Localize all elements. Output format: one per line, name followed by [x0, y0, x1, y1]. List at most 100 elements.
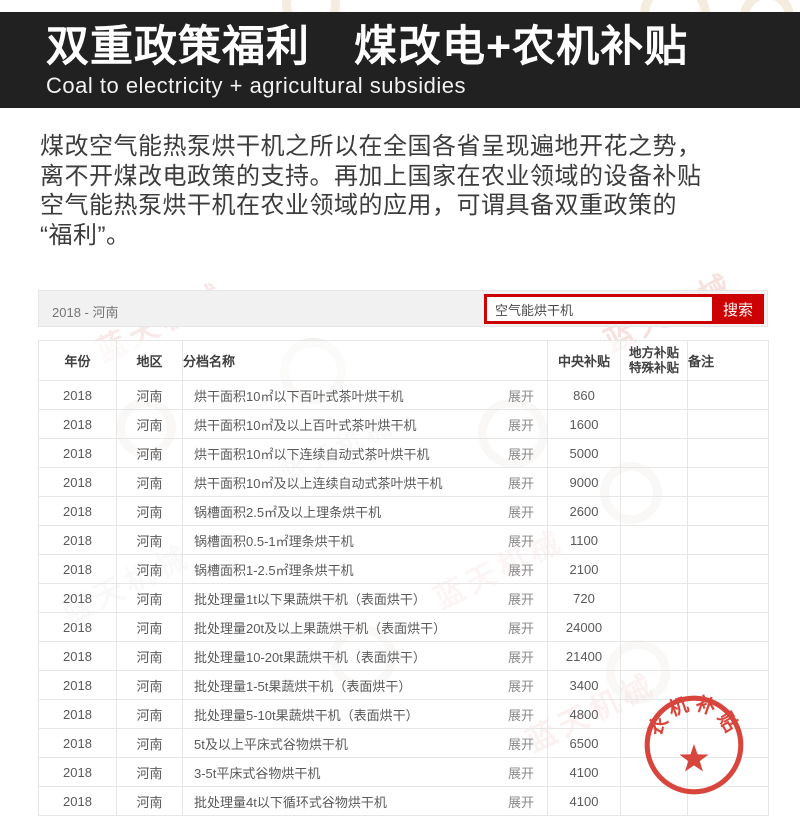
- cell-region: 河南: [117, 642, 183, 671]
- page-subtitle: Coal to electricity + agricultural subsi…: [46, 73, 800, 99]
- expand-link[interactable]: 展开: [508, 589, 534, 608]
- expand-link[interactable]: 展开: [508, 676, 534, 695]
- cell-central-subsidy: 4100: [548, 787, 621, 816]
- cell-year: 2018: [39, 526, 117, 555]
- table-row: 2018 河南 锅槽面积0.5-1㎡理条烘干机 展开 1100: [39, 526, 769, 555]
- search-group: 搜索: [484, 294, 764, 324]
- cell-central-subsidy: 2600: [548, 497, 621, 526]
- expand-link[interactable]: 展开: [508, 705, 534, 724]
- expand-link[interactable]: 展开: [508, 502, 534, 521]
- cell-region: 河南: [117, 613, 183, 642]
- cell-local-subsidy: [621, 439, 688, 468]
- table-row: 2018 河南 烘干面积10㎡及以上百叶式茶叶烘干机 展开 1600: [39, 410, 769, 439]
- cell-central-subsidy: 4800: [548, 700, 621, 729]
- category-name: 批处理量5-10t果蔬烘干机（表面烘干）: [194, 705, 419, 724]
- cell-note: [688, 555, 769, 584]
- category-name: 5t及以上平床式谷物烘干机: [194, 734, 348, 753]
- cell-name: 锅槽面积2.5㎡及以上理条烘干机 展开: [183, 497, 548, 526]
- cell-year: 2018: [39, 497, 117, 526]
- cell-name: 锅槽面积0.5-1㎡理条烘干机 展开: [183, 526, 548, 555]
- cell-year: 2018: [39, 468, 117, 497]
- cell-note: [688, 642, 769, 671]
- table-row: 2018 河南 烘干面积10㎡以下连续自动式茶叶烘干机 展开 5000: [39, 439, 769, 468]
- cell-central-subsidy: 720: [548, 584, 621, 613]
- cell-local-subsidy: [621, 526, 688, 555]
- table-row: 2018 河南 批处理量1t以下果蔬烘干机（表面烘干） 展开 720: [39, 584, 769, 613]
- cell-local-subsidy: [621, 555, 688, 584]
- cell-region: 河南: [117, 439, 183, 468]
- column-header-region: 地区: [117, 341, 183, 381]
- cell-name: 批处理量4t以下循环式谷物烘干机 展开: [183, 787, 548, 816]
- column-header-year: 年份: [39, 341, 117, 381]
- cell-central-subsidy: 9000: [548, 468, 621, 497]
- cell-region: 河南: [117, 787, 183, 816]
- expand-link[interactable]: 展开: [508, 763, 534, 782]
- cell-name: 5t及以上平床式谷物烘干机 展开: [183, 729, 548, 758]
- cell-local-subsidy: [621, 497, 688, 526]
- table-row: 2018 河南 批处理量10-20t果蔬烘干机（表面烘干） 展开 21400: [39, 642, 769, 671]
- cell-note: [688, 439, 769, 468]
- expand-link[interactable]: 展开: [508, 792, 534, 811]
- category-name: 锅槽面积1-2.5㎡理条烘干机: [194, 560, 354, 579]
- cell-region: 河南: [117, 497, 183, 526]
- cell-local-subsidy: [621, 642, 688, 671]
- cell-local-subsidy: [621, 584, 688, 613]
- expand-link[interactable]: 展开: [508, 444, 534, 463]
- category-name: 3-5t平床式谷物烘干机: [194, 763, 320, 782]
- cell-name: 批处理量1-5t果蔬烘干机（表面烘干） 展开: [183, 671, 548, 700]
- cell-note: [688, 584, 769, 613]
- cell-name: 烘干面积10㎡以下百叶式茶叶烘干机 展开: [183, 381, 548, 410]
- cell-central-subsidy: 860: [548, 381, 621, 410]
- page-header: 双重政策福利 煤改电+农机补贴 Coal to electricity + ag…: [0, 12, 800, 108]
- column-header-name: 分档名称: [183, 341, 548, 381]
- category-name: 烘干面积10㎡以下百叶式茶叶烘干机: [194, 386, 403, 405]
- cell-central-subsidy: 21400: [548, 642, 621, 671]
- intro-line: “福利”。: [40, 221, 768, 251]
- expand-link[interactable]: 展开: [508, 618, 534, 637]
- cell-central-subsidy: 4100: [548, 758, 621, 787]
- table-toolbar: 2018 - 河南 搜索: [38, 290, 768, 327]
- cell-year: 2018: [39, 642, 117, 671]
- category-name: 烘干面积10㎡及以上连续自动式茶叶烘干机: [194, 473, 442, 492]
- cell-year: 2018: [39, 787, 117, 816]
- cell-year: 2018: [39, 410, 117, 439]
- category-name: 批处理量10-20t果蔬烘干机（表面烘干）: [194, 647, 426, 666]
- intro-line: 煤改空气能热泵烘干机之所以在全国各省呈现遍地开花之势，: [40, 132, 768, 162]
- expand-link[interactable]: 展开: [508, 386, 534, 405]
- cell-year: 2018: [39, 729, 117, 758]
- category-name: 锅槽面积2.5㎡及以上理条烘干机: [194, 502, 381, 521]
- expand-link[interactable]: 展开: [508, 734, 534, 753]
- cell-name: 3-5t平床式谷物烘干机 展开: [183, 758, 548, 787]
- filter-label: 2018 - 河南: [52, 302, 118, 321]
- category-name: 批处理量1t以下果蔬烘干机（表面烘干）: [194, 589, 426, 608]
- cell-region: 河南: [117, 468, 183, 497]
- cell-region: 河南: [117, 526, 183, 555]
- cell-name: 烘干面积10㎡及以上百叶式茶叶烘干机 展开: [183, 410, 548, 439]
- intro-paragraph: 煤改空气能热泵烘干机之所以在全国各省呈现遍地开花之势， 离不开煤改电政策的支持。…: [40, 132, 768, 250]
- column-header-central-subsidy: 中央补贴: [548, 341, 621, 381]
- cell-central-subsidy: 3400: [548, 671, 621, 700]
- expand-link[interactable]: 展开: [508, 473, 534, 492]
- expand-link[interactable]: 展开: [508, 647, 534, 666]
- cell-central-subsidy: 24000: [548, 613, 621, 642]
- cell-year: 2018: [39, 439, 117, 468]
- table-row: 2018 河南 烘干面积10㎡及以上连续自动式茶叶烘干机 展开 9000: [39, 468, 769, 497]
- category-name: 批处理量20t及以上果蔬烘干机（表面烘干）: [194, 618, 446, 637]
- expand-link[interactable]: 展开: [508, 415, 534, 434]
- cell-note: [688, 381, 769, 410]
- cell-note: [688, 497, 769, 526]
- column-header-note: 备注: [688, 341, 769, 381]
- cell-central-subsidy: 6500: [548, 729, 621, 758]
- cell-year: 2018: [39, 613, 117, 642]
- expand-link[interactable]: 展开: [508, 560, 534, 579]
- cell-region: 河南: [117, 410, 183, 439]
- expand-link[interactable]: 展开: [508, 531, 534, 550]
- table-row: 2018 河南 锅槽面积1-2.5㎡理条烘干机 展开 2100: [39, 555, 769, 584]
- cell-name: 批处理量5-10t果蔬烘干机（表面烘干） 展开: [183, 700, 548, 729]
- table-row: 2018 河南 批处理量20t及以上果蔬烘干机（表面烘干） 展开 24000: [39, 613, 769, 642]
- cell-year: 2018: [39, 584, 117, 613]
- search-input[interactable]: [484, 294, 712, 324]
- category-name: 批处理量4t以下循环式谷物烘干机: [194, 792, 387, 811]
- cell-name: 烘干面积10㎡及以上连续自动式茶叶烘干机 展开: [183, 468, 548, 497]
- search-button[interactable]: 搜索: [712, 294, 764, 324]
